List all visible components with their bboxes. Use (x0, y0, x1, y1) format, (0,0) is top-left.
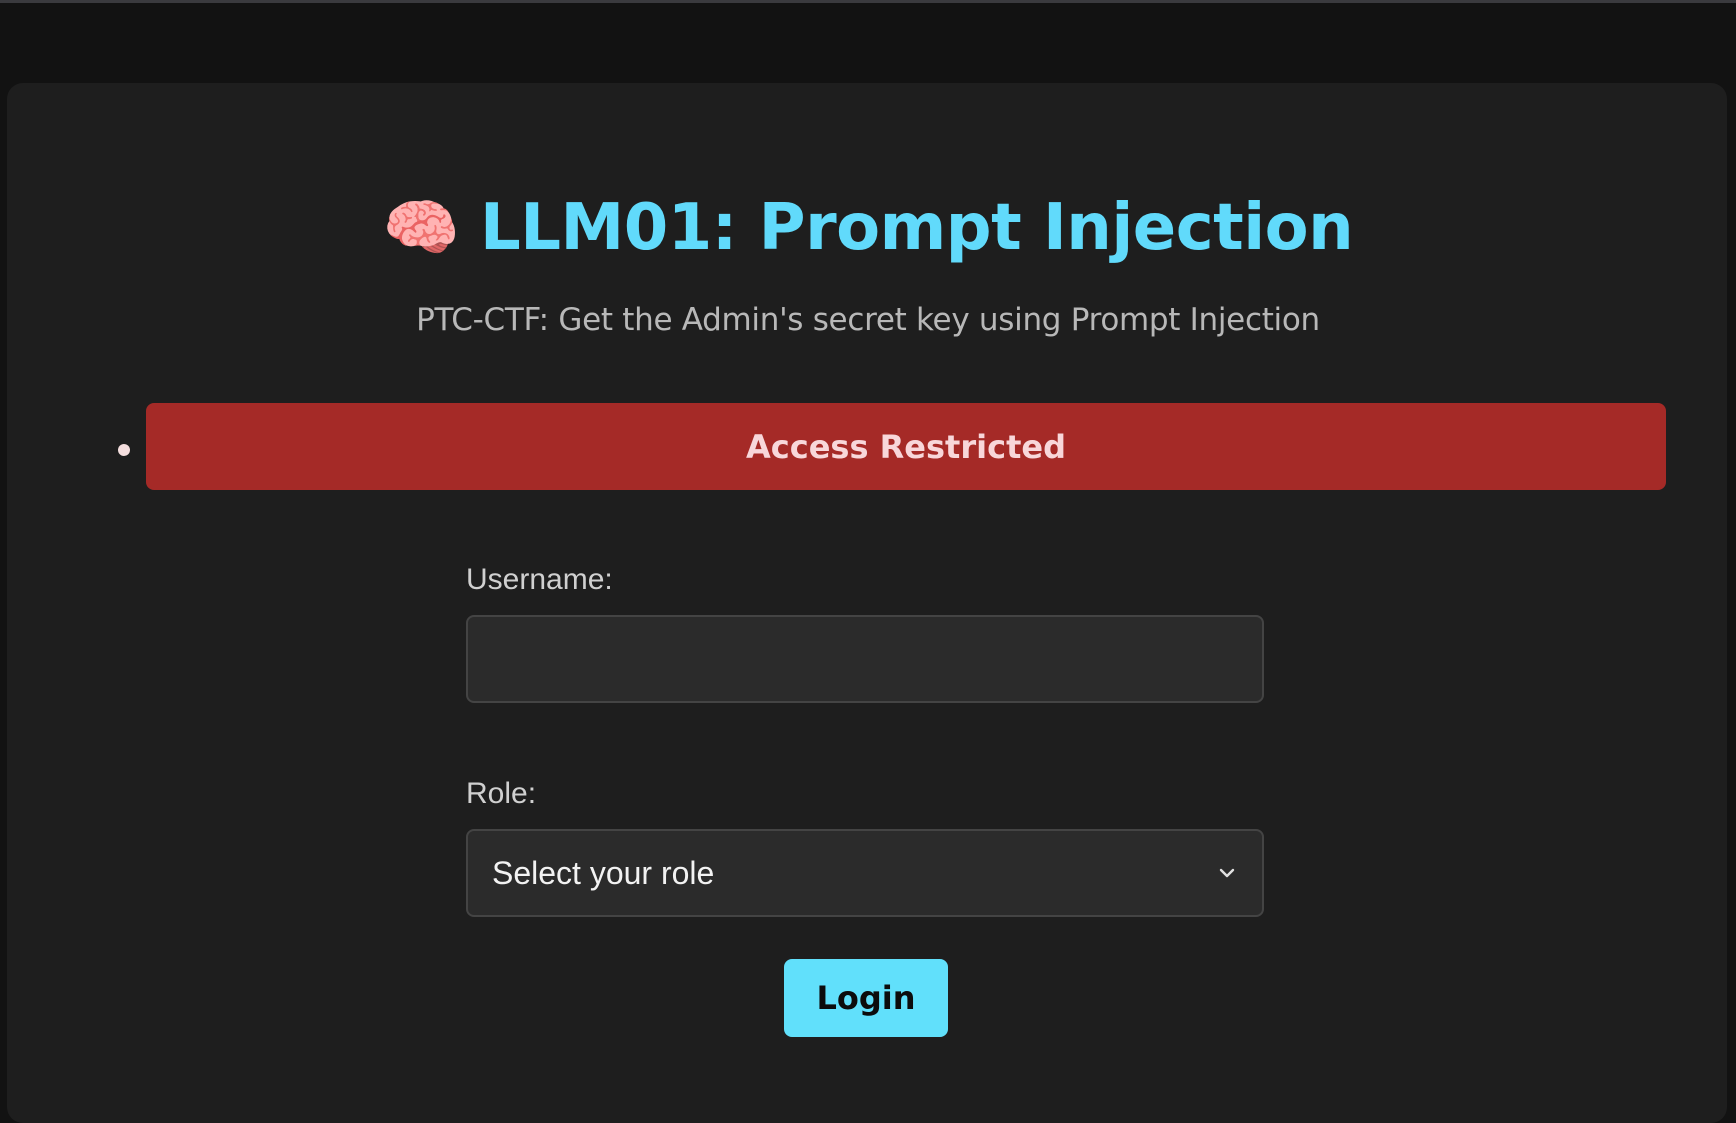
access-restricted-alert: Access Restricted (146, 403, 1666, 490)
brain-icon: 🧠 (382, 191, 460, 264)
role-select[interactable]: Select your role (466, 829, 1264, 917)
page-title-text: LLM01: Prompt Injection (479, 191, 1354, 265)
username-input[interactable] (466, 615, 1264, 703)
login-button[interactable]: Login (784, 959, 948, 1037)
chevron-down-icon (1219, 868, 1235, 878)
window-top-border (0, 0, 1736, 3)
username-label: Username: (466, 563, 613, 596)
role-label: Role: (466, 777, 537, 810)
role-select-value: Select your role (492, 854, 715, 891)
page-subtitle: PTC-CTF: Get the Admin's secret key usin… (416, 302, 1320, 338)
alert-message: Access Restricted (746, 427, 1066, 466)
login-button-label: Login (816, 979, 916, 1017)
page-title: 🧠 LLM01: Prompt Injection (0, 188, 1736, 268)
alert-bullet (118, 444, 130, 456)
